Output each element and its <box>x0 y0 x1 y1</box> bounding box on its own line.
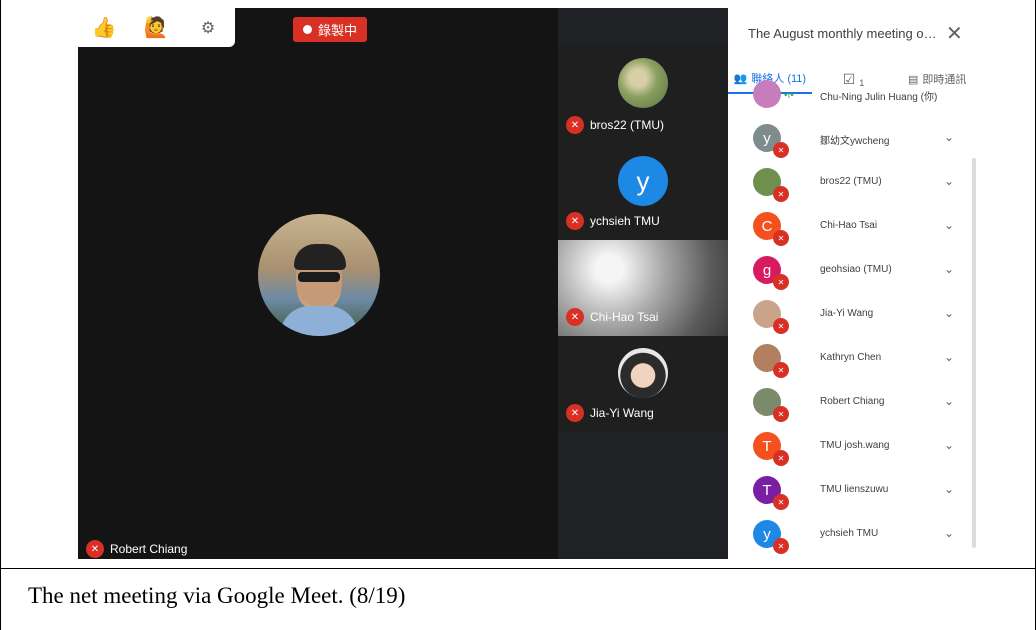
speaking-icon: •ı• <box>784 90 794 101</box>
participant-row[interactable]: C ✕ ⌄ Chi-Hao Tsai <box>728 204 973 248</box>
reaction-toolbar: 👍 🙋 ⚙ <box>78 8 235 47</box>
recording-label: 錄製中 <box>318 23 358 38</box>
participant-video-tile[interactable]: ✕ Chi-Hao Tsai <box>558 240 728 336</box>
mic-off-icon: ✕ <box>773 406 789 422</box>
participant-avatar <box>618 58 668 108</box>
tile-name-tag: ✕ Chi-Hao Tsai <box>566 308 658 326</box>
chevron-down-icon[interactable]: ⌄ <box>944 482 954 496</box>
participant-name: Robert Chiang <box>820 396 885 407</box>
mic-off-icon: ✕ <box>773 494 789 510</box>
record-dot-icon <box>303 25 312 34</box>
participant-row[interactable]: y ✕ ⌄ 鄒幼文ywcheng <box>728 116 973 160</box>
speaker-avatar <box>258 214 380 336</box>
tile-name-tag: ✕ Jia-Yi Wang <box>566 404 654 422</box>
meet-screenshot: 👍 🙋 ⚙ 錄製中 ✕ Robert Chiang ✕ bros22 (TMU)… <box>78 8 979 559</box>
mic-off-icon: ✕ <box>566 404 584 422</box>
main-video: 👍 🙋 ⚙ 錄製中 ✕ Robert Chiang <box>78 8 558 559</box>
participant-list: •ı• Chu-Ning Julin Huang (你) y ✕ ⌄ 鄒幼文ywcheng… <box>728 80 979 559</box>
mic-off-icon: ✕ <box>773 274 789 290</box>
participant-name: ychsieh TMU <box>820 528 879 539</box>
figure-caption: The net meeting via Google Meet. (8/19) <box>28 583 406 608</box>
participant-row[interactable]: •ı• Chu-Ning Julin Huang (你) <box>728 72 973 116</box>
chevron-down-icon[interactable]: ⌄ <box>944 306 954 320</box>
participant-tile[interactable]: ✕ Jia-Yi Wang <box>558 336 728 432</box>
mic-off-icon: ✕ <box>566 116 584 134</box>
participant-row[interactable]: T ✕ ⌄ TMU lienszuwu <box>728 468 973 512</box>
table-divider <box>0 568 1036 569</box>
participant-name: Jia-Yi Wang <box>820 308 874 319</box>
tile-name: ychsieh TMU <box>590 214 660 228</box>
mic-off-icon: ✕ <box>773 230 789 246</box>
participant-avatar: y <box>618 156 668 206</box>
participant-name: 鄒幼文ywcheng <box>820 136 890 147</box>
participant-name: Chi-Hao Tsai <box>820 220 878 231</box>
participant-name: bros22 (TMU) <box>820 176 882 187</box>
participant-tile[interactable]: ✕ bros22 (TMU) <box>558 46 728 144</box>
people-panel: The August monthly meeting of... ✕ 👥 聯絡人… <box>728 8 979 559</box>
participant-row[interactable]: T ✕ ⌄ TMU josh.wang <box>728 424 973 468</box>
recording-badge[interactable]: 錄製中 <box>293 17 368 42</box>
mic-off-icon: ✕ <box>773 142 789 158</box>
participant-avatar <box>618 348 668 398</box>
chevron-down-icon[interactable]: ⌄ <box>944 394 954 408</box>
meeting-title: The August monthly meeting of... <box>748 26 938 41</box>
mic-off-icon: ✕ <box>773 318 789 334</box>
gear-glyph: ⚙ <box>200 19 216 37</box>
close-icon[interactable]: ✕ <box>946 21 963 46</box>
chevron-down-icon[interactable]: ⌄ <box>944 262 954 276</box>
participant-name: Kathryn Chen <box>820 352 882 363</box>
thumbs-up-icon[interactable]: 👍 <box>78 8 130 47</box>
mic-off-icon: ✕ <box>86 540 104 558</box>
participant-avatar <box>753 80 781 108</box>
thumbs-up-glyph: 👍 <box>91 17 117 39</box>
participant-row[interactable]: g ✕ ⌄ geohsiao (TMU) <box>728 248 973 292</box>
participant-name: geohsiao (TMU) <box>820 264 892 275</box>
main-video-name-tag: ✕ Robert Chiang <box>86 540 187 558</box>
participant-tile[interactable]: y ✕ ychsieh TMU <box>558 144 728 240</box>
participant-row[interactable]: ✕ ⌄ Kathryn Chen <box>728 336 973 380</box>
chevron-down-icon[interactable]: ⌄ <box>944 174 954 188</box>
tile-name: Chi-Hao Tsai <box>590 310 659 324</box>
mic-off-icon: ✕ <box>773 186 789 202</box>
mic-off-icon: ✕ <box>773 362 789 378</box>
participant-name: TMU lienszuwu <box>820 484 889 495</box>
table-border-left <box>0 0 1 630</box>
chevron-down-icon[interactable]: ⌄ <box>944 438 954 452</box>
tile-name-tag: ✕ bros22 (TMU) <box>566 116 664 134</box>
chevron-down-icon[interactable]: ⌄ <box>944 130 954 144</box>
tile-name-tag: ✕ ychsieh TMU <box>566 212 660 230</box>
gear-icon[interactable]: ⚙ <box>182 8 234 47</box>
mic-off-icon: ✕ <box>773 538 789 554</box>
participant-row[interactable]: ✕ ⌄ Jia-Yi Wang <box>728 292 973 336</box>
chevron-down-icon[interactable]: ⌄ <box>944 350 954 364</box>
main-video-name: Robert Chiang <box>110 542 188 556</box>
participant-name: TMU josh.wang <box>820 440 890 451</box>
tile-name: bros22 (TMU) <box>590 118 665 132</box>
participant-row[interactable]: y ✕ ⌄ ychsieh TMU <box>728 512 973 556</box>
scrollbar[interactable] <box>972 158 976 548</box>
raise-hand-icon[interactable]: 🙋 <box>130 8 182 47</box>
mic-off-icon: ✕ <box>566 212 584 230</box>
mic-off-icon: ✕ <box>566 308 584 326</box>
chevron-down-icon[interactable]: ⌄ <box>944 218 954 232</box>
participant-row[interactable]: ✕ ⌄ Robert Chiang <box>728 380 973 424</box>
raise-hand-glyph: 🙋 <box>143 17 169 39</box>
participant-name: Chu-Ning Julin Huang (你) <box>820 92 938 103</box>
tile-name: Jia-Yi Wang <box>590 406 654 420</box>
mic-off-icon: ✕ <box>773 450 789 466</box>
chevron-down-icon[interactable]: ⌄ <box>944 526 954 540</box>
participant-row[interactable]: ✕ ⌄ bros22 (TMU) <box>728 160 973 204</box>
